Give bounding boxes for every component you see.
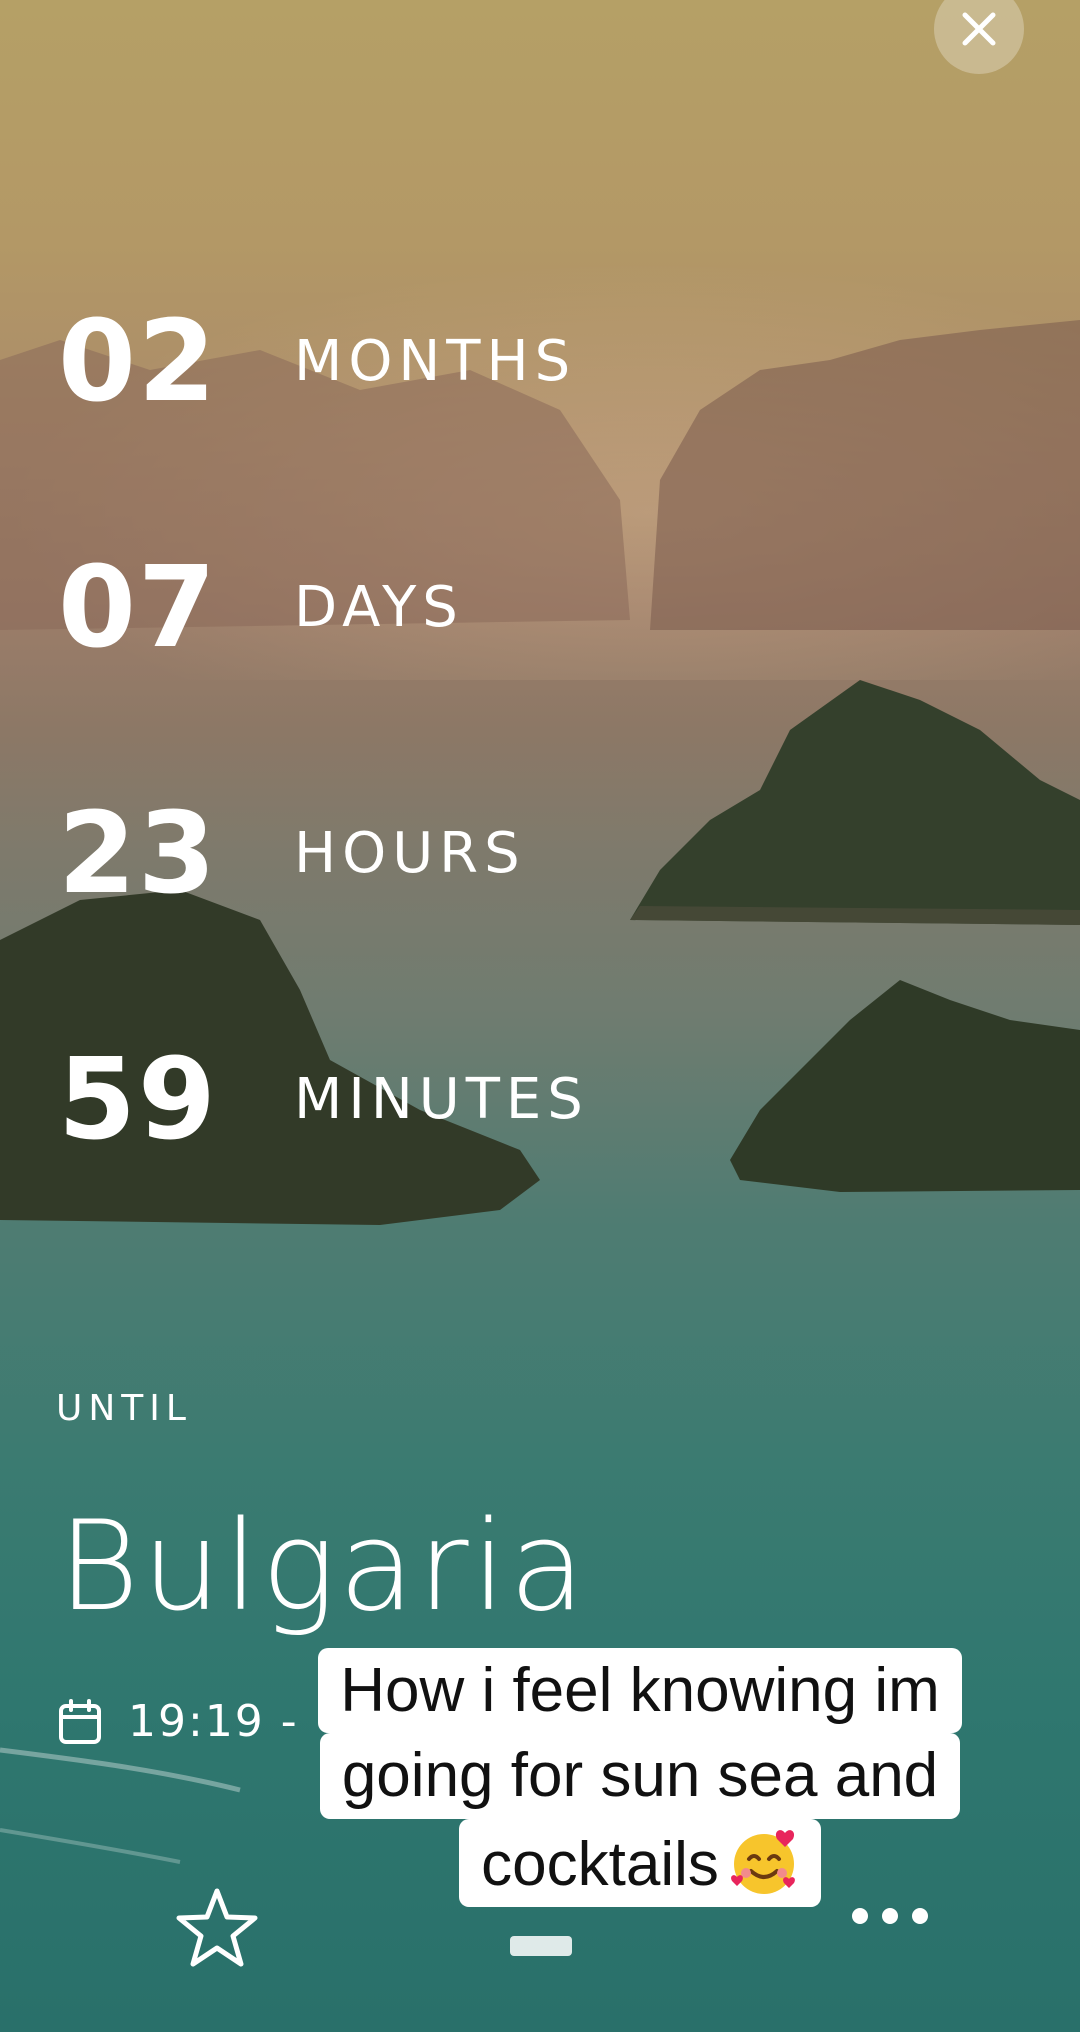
smiling-face-with-hearts-icon (730, 1829, 795, 1894)
caption-line-last: cocktails (459, 1818, 821, 1908)
dot (912, 1908, 928, 1924)
video-caption: How i feel knowing im going for sun sea … (270, 1648, 1010, 1908)
caption-text: cocktails (481, 1829, 719, 1899)
destination-title: Bulgaria (58, 1495, 589, 1639)
favorite-button[interactable] (174, 1886, 260, 1974)
countdown-value: 59 (58, 1035, 218, 1165)
countdown-value: 07 (58, 543, 218, 673)
until-label: UNTIL (56, 1388, 192, 1429)
dot (852, 1908, 868, 1924)
island-right-upper (620, 670, 1080, 930)
countdown-minutes: 59 MINUTES (58, 1044, 589, 1156)
countdown-unit: DAYS (294, 575, 464, 640)
countdown-unit: MONTHS (294, 329, 577, 394)
close-icon (962, 12, 996, 46)
star-icon (176, 1888, 258, 1967)
countdown-value: 23 (58, 789, 218, 919)
countdown-value: 02 (58, 297, 218, 427)
calendar-icon (59, 1698, 101, 1744)
caption-line: going for sun sea and (319, 1733, 961, 1819)
countdown-unit: MINUTES (294, 1067, 589, 1132)
caption-line: How i feel knowing im (318, 1648, 962, 1734)
countdown-months: 02 MONTHS (58, 306, 576, 418)
dot (882, 1908, 898, 1924)
countdown-hours: 23 HOURS (58, 798, 526, 910)
island-right-lower (720, 960, 1080, 1200)
event-date[interactable]: 19:19 - (58, 1696, 299, 1747)
share-icon[interactable] (510, 1936, 572, 1956)
more-icon[interactable] (852, 1908, 928, 1924)
countdown-unit: HOURS (294, 821, 526, 886)
countdown-days: 07 DAYS (58, 552, 464, 664)
